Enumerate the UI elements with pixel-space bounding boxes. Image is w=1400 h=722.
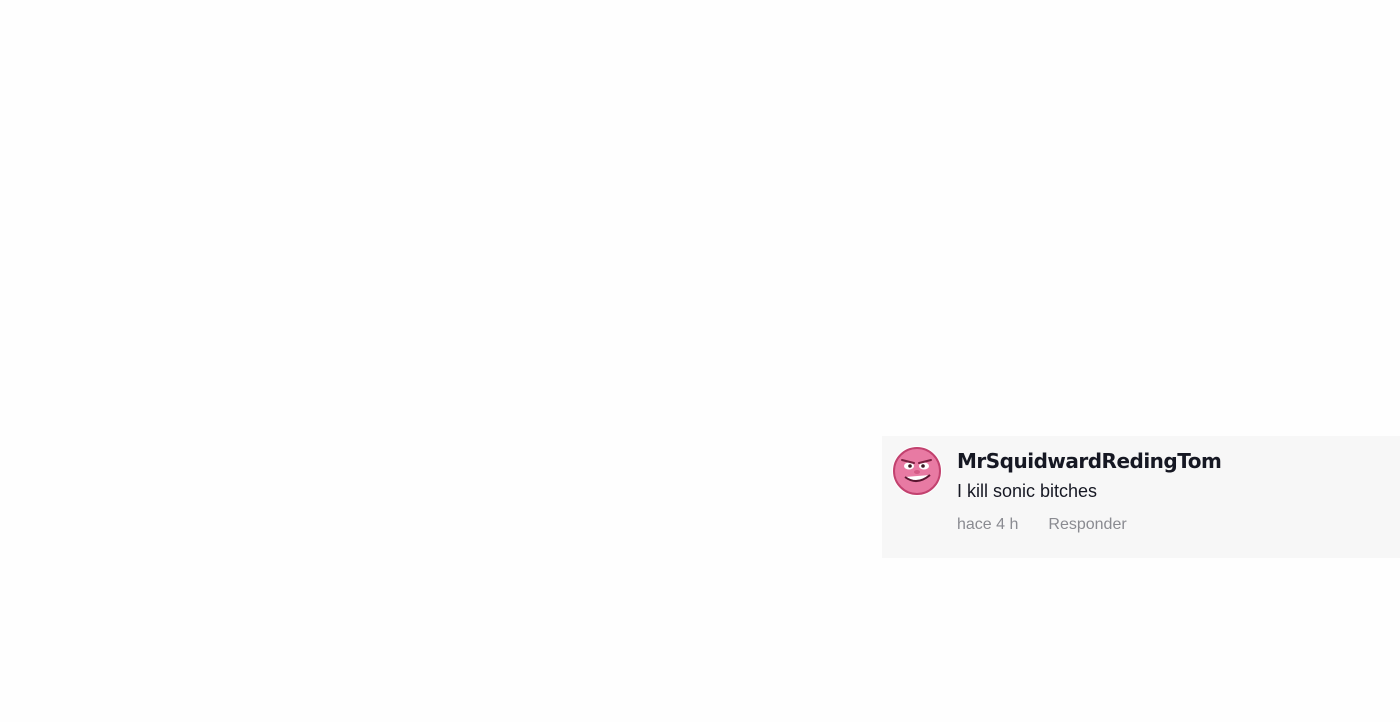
- reply-button[interactable]: Responder: [1048, 516, 1126, 534]
- comment-item: MrSquidwardRedingTom I kill sonic bitche…: [882, 436, 1400, 558]
- page: MrSquidwardRedingTom I kill sonic bitche…: [0, 0, 1400, 722]
- avatar[interactable]: [892, 446, 942, 496]
- pink-face-avatar-icon: [893, 447, 941, 495]
- comment-meta: hace 4 h Responder: [957, 516, 1127, 534]
- comment-timestamp: hace 4 h: [957, 516, 1019, 533]
- comment-text: I kill sonic bitches: [957, 481, 1098, 501]
- comment-username[interactable]: MrSquidwardRedingTom: [957, 449, 1222, 473]
